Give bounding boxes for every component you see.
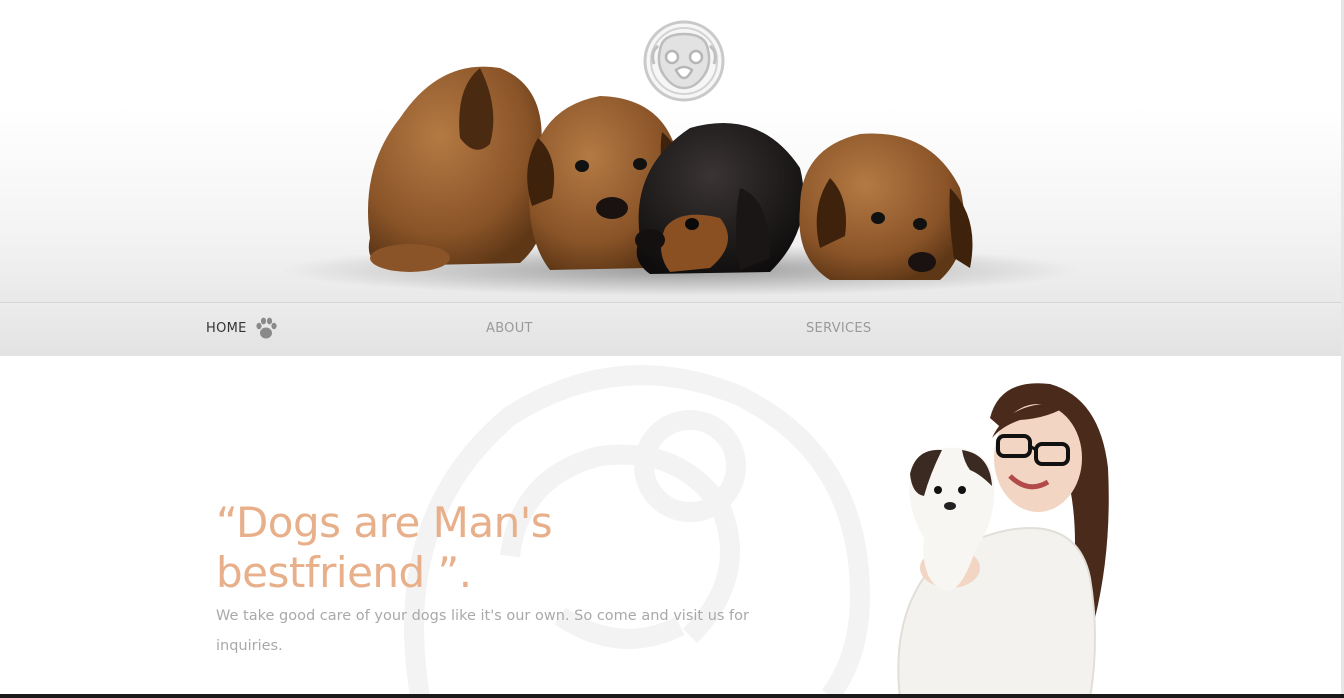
woman-with-puppy-image xyxy=(897,383,1109,696)
hero-description: We take good care of your dogs like it's… xyxy=(216,607,749,654)
nav-item-about[interactable]: ABOUT xyxy=(486,321,533,336)
main-navigation: HOME ABOUT SERVICES xyxy=(0,302,1341,357)
main-content: “Dogs are Man's bestfriend ”. We take go… xyxy=(0,356,1341,696)
puppies-image xyxy=(280,66,1080,296)
nav-item-services[interactable]: SERVICES xyxy=(806,321,871,336)
nav-item-home[interactable]: HOME xyxy=(206,321,247,336)
hero-quote: “Dogs are Man's bestfriend ”. xyxy=(216,498,553,598)
page-bottom-border xyxy=(0,694,1344,698)
hero-header xyxy=(0,0,1341,302)
paw-icon xyxy=(256,317,277,339)
